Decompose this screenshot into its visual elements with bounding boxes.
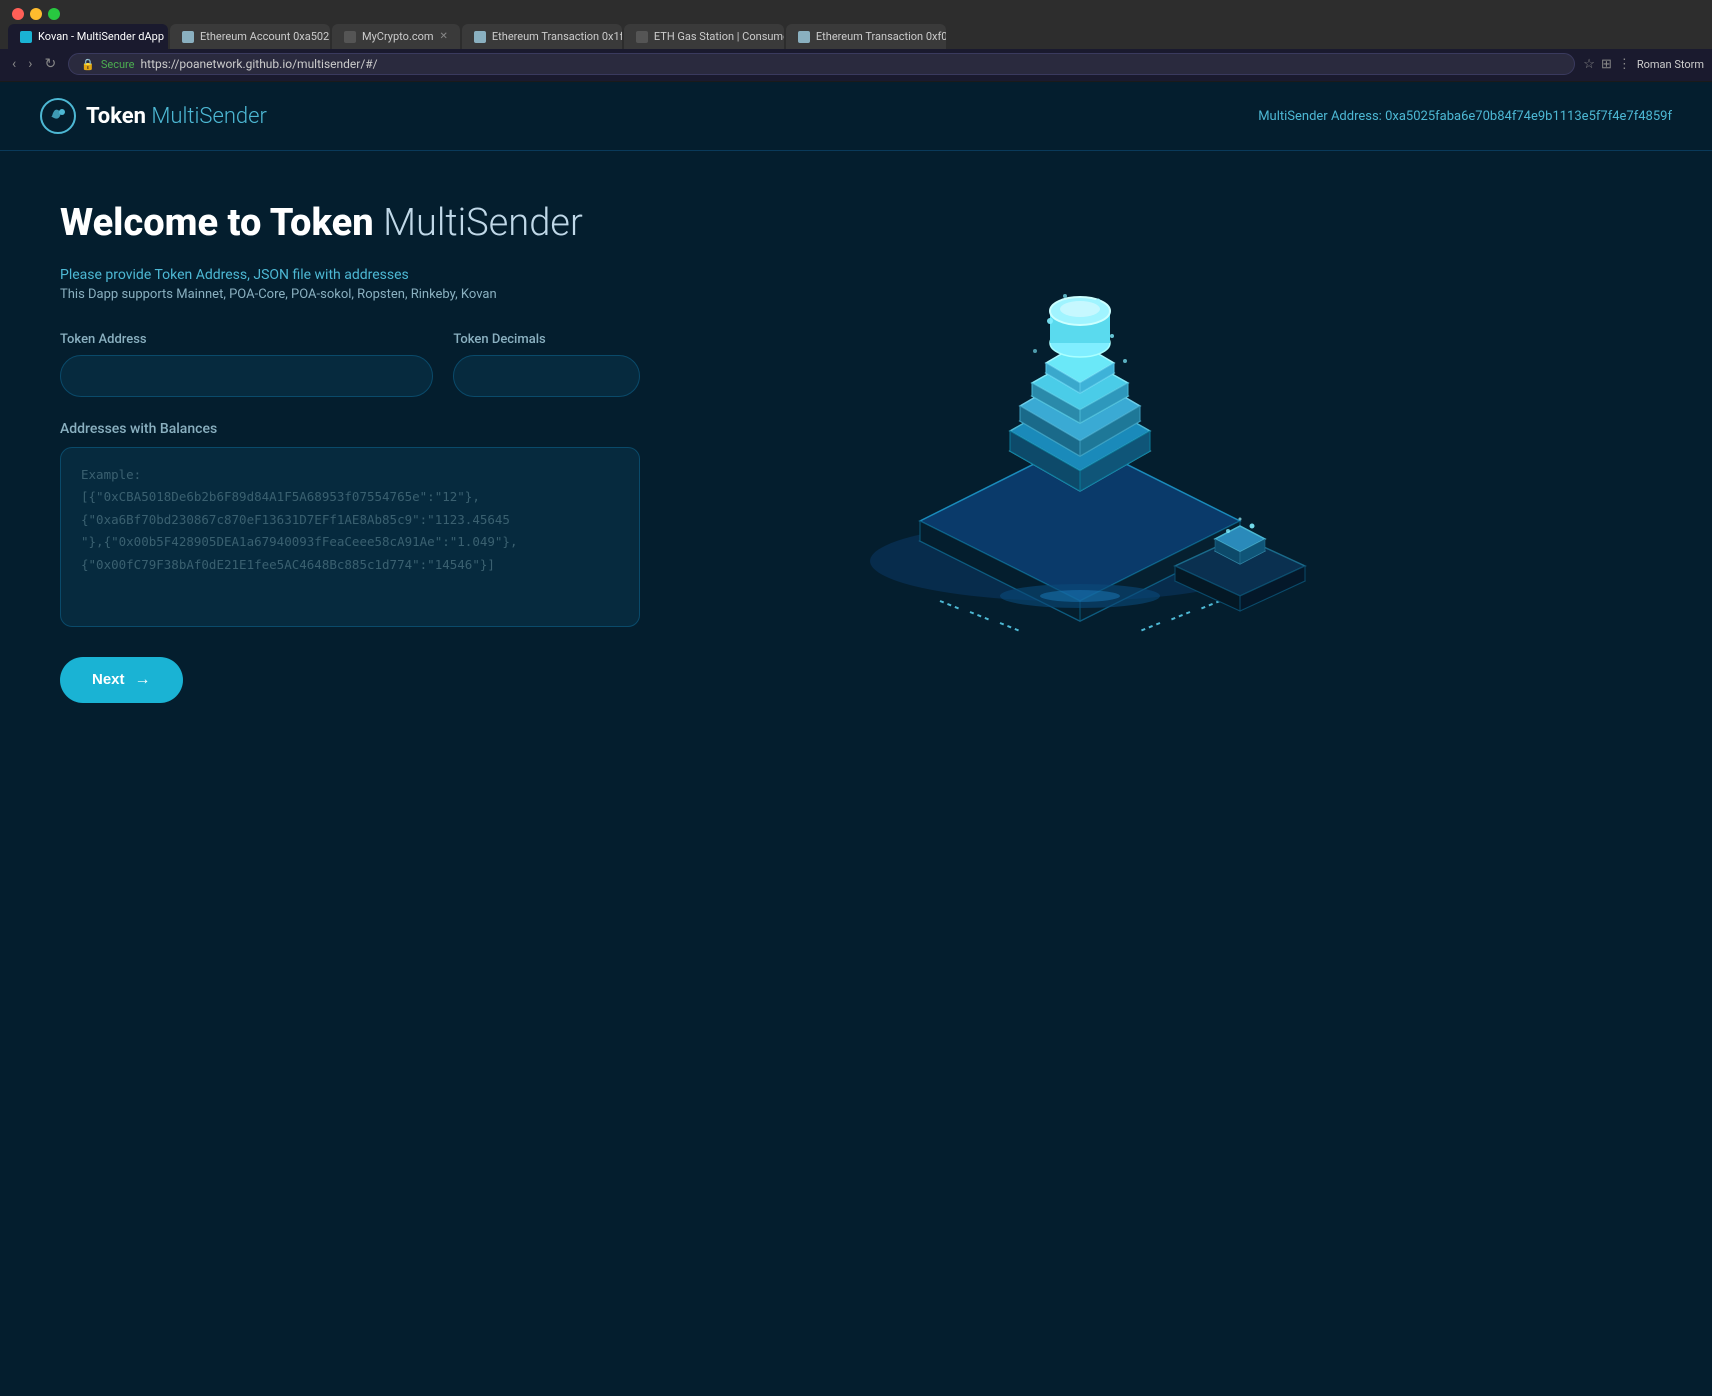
token-decimals-input[interactable]: [453, 355, 640, 397]
tab-favicon: [20, 31, 32, 43]
multisender-address-value: 0xa5025faba6e70b84f74e9b1113e5f7f4e7f485…: [1385, 109, 1672, 124]
illustration: [820, 221, 1320, 641]
menu-icon[interactable]: ⋮: [1618, 57, 1631, 72]
minimize-button[interactable]: [30, 8, 42, 20]
tab-label: Ethereum Transaction 0x1f6e...: [492, 30, 622, 43]
tabs-bar: Kovan - MultiSender dApp ✕ Ethereum Acco…: [0, 24, 1712, 49]
right-panel: [800, 201, 1340, 641]
tab-eth-tx-2[interactable]: Ethereum Transaction 0xf091... ✕: [786, 24, 946, 49]
tab-gas-station[interactable]: ETH Gas Station | Consumer... ✕: [624, 24, 784, 49]
tower-illustration: [820, 221, 1320, 641]
multisender-address: MultiSender Address: 0xa5025faba6e70b84f…: [1258, 109, 1672, 124]
tab-favicon: [474, 31, 486, 43]
next-arrow-icon: →: [135, 671, 151, 689]
secure-lock-icon: 🔒: [81, 58, 95, 71]
forward-button[interactable]: ›: [24, 54, 36, 74]
star-icon[interactable]: ☆: [1583, 57, 1595, 72]
tab-ethereum-account[interactable]: Ethereum Account 0xa5025f... ✕: [170, 24, 330, 49]
tab-close-icon[interactable]: ✕: [440, 31, 448, 42]
next-button[interactable]: Next →: [60, 657, 183, 703]
extensions-icon[interactable]: ⊞: [1601, 57, 1612, 72]
form-section: Token Address Token Decimals: [60, 332, 640, 397]
reload-button[interactable]: ↻: [40, 54, 60, 74]
page-title: Welcome to Token MultiSender: [60, 201, 640, 247]
description: Please provide Token Address, JSON file …: [60, 267, 640, 302]
close-button[interactable]: [12, 8, 24, 20]
addresses-placeholder: Example: [{"0xCBA5018De6b2b6F89d84A1F5A6…: [81, 464, 619, 577]
address-bar-row: ‹ › ↻ 🔒 Secure https://poanetwork.github…: [0, 49, 1712, 81]
token-decimals-group: Token Decimals: [453, 332, 640, 397]
left-panel: Welcome to Token MultiSender Please prov…: [60, 201, 640, 703]
tab-label: Ethereum Account 0xa5025f...: [200, 30, 330, 43]
multisender-address-label: MultiSender Address:: [1258, 109, 1382, 124]
addresses-textarea-wrapper[interactable]: Example: [{"0xCBA5018De6b2b6F89d84A1F5A6…: [60, 447, 640, 627]
addresses-label: Addresses with Balances: [60, 421, 640, 437]
tab-label: Kovan - MultiSender dApp: [38, 30, 164, 43]
title-light: MultiSender: [383, 201, 583, 245]
address-bar-actions: ☆ ⊞ ⋮ Roman Storm: [1583, 57, 1704, 72]
next-button-label: Next: [92, 671, 125, 688]
form-row: Token Address Token Decimals: [60, 332, 640, 397]
token-address-group: Token Address: [60, 332, 433, 397]
token-decimals-label: Token Decimals: [453, 332, 640, 347]
tab-mycrypto[interactable]: MyCrypto.com ✕: [332, 24, 460, 49]
description-sub: This Dapp supports Mainnet, POA-Core, PO…: [60, 287, 640, 302]
tab-label: Ethereum Transaction 0xf091...: [816, 30, 946, 43]
nav-buttons: ‹ › ↻: [8, 54, 60, 74]
logo-light: MultiSender: [151, 104, 267, 129]
tab-label: ETH Gas Station | Consumer...: [654, 30, 784, 43]
addresses-section: Addresses with Balances Example: [{"0xCB…: [60, 421, 640, 627]
traffic-lights: [0, 0, 1712, 24]
browser-chrome: Kovan - MultiSender dApp ✕ Ethereum Acco…: [0, 0, 1712, 82]
url-text: https://poanetwork.github.io/multisender…: [141, 57, 378, 71]
token-address-label: Token Address: [60, 332, 433, 347]
logo-icon: [40, 98, 76, 134]
logo-bold: Token: [86, 104, 146, 129]
tab-eth-tx-1[interactable]: Ethereum Transaction 0x1f6e... ✕: [462, 24, 622, 49]
back-button[interactable]: ‹: [8, 54, 20, 74]
main-content: Welcome to Token MultiSender Please prov…: [0, 151, 1400, 753]
tab-label: MyCrypto.com: [362, 30, 434, 43]
tab-kovan-multisender[interactable]: Kovan - MultiSender dApp ✕: [8, 24, 168, 49]
maximize-button[interactable]: [48, 8, 60, 20]
logo-area: Token MultiSender: [40, 98, 267, 134]
logo-text: Token MultiSender: [86, 104, 267, 129]
token-address-input[interactable]: [60, 355, 433, 397]
description-highlight: Please provide Token Address, JSON file …: [60, 267, 640, 283]
tab-favicon: [798, 31, 810, 43]
secure-label: Secure: [101, 58, 135, 71]
user-label: Roman Storm: [1637, 58, 1704, 71]
tab-favicon: [182, 31, 194, 43]
tab-favicon: [636, 31, 648, 43]
address-bar[interactable]: 🔒 Secure https://poanetwork.github.io/mu…: [68, 53, 1575, 75]
tab-favicon: [344, 31, 356, 43]
title-bold: Welcome to Token: [60, 201, 374, 245]
app-header: Token MultiSender MultiSender Address: 0…: [0, 82, 1712, 151]
